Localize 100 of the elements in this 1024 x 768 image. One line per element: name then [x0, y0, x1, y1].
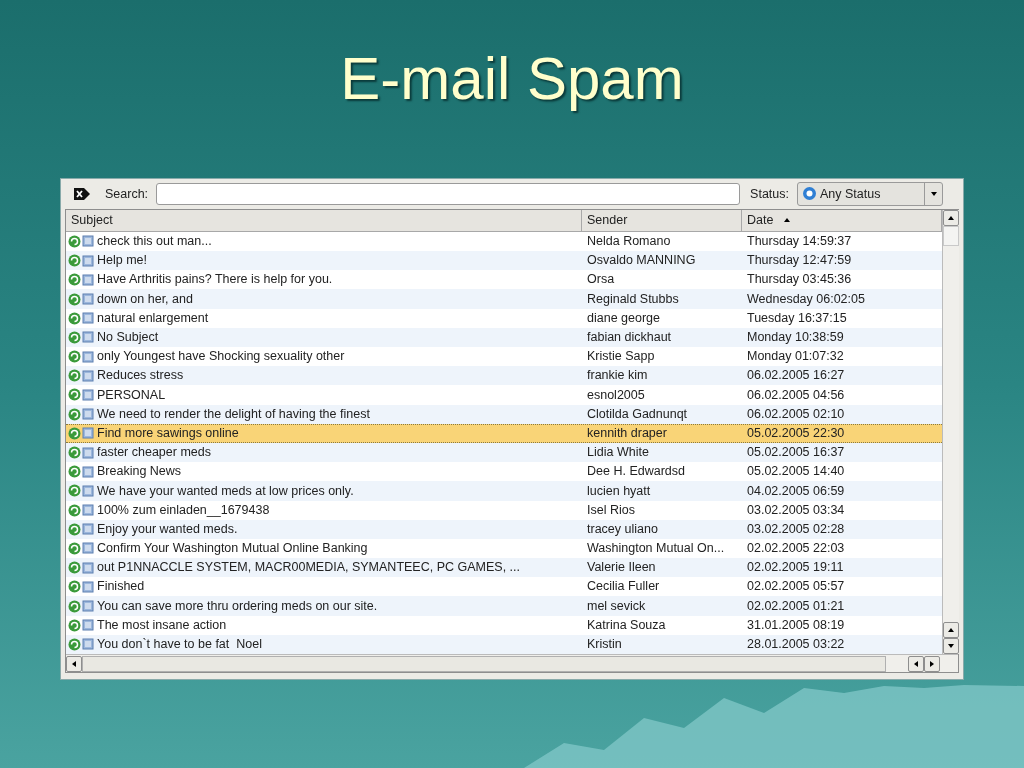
message-row[interactable]: out P1NNACCLE SYSTEM, MACR00MEDIA, SYMANTEEC, PC GAMES, ... Valerie Ileen 02.02.2005 19:11 [66, 558, 942, 578]
sender-text: mel sevick [586, 597, 647, 615]
document-icon [82, 580, 94, 593]
subject-text: natural enlargement [97, 309, 209, 327]
sender-text: tracey uliano [586, 520, 659, 538]
subject-text: You can save more thru ordering meds on our site. [97, 597, 378, 615]
sender-text: Washington Mutual On... [586, 540, 726, 558]
circle-arrow-icon [68, 350, 81, 364]
circle-arrow-icon [68, 503, 81, 517]
date-text: 02.02.2005 19:11 [746, 559, 845, 577]
message-row[interactable]: faster cheaper meds Lidia White 05.02.2005 16:37 [66, 442, 942, 463]
scroll-up-button[interactable] [943, 209, 959, 226]
document-icon [82, 408, 94, 421]
circle-arrow-icon [68, 426, 81, 440]
subject-text: Find more sawings online [97, 425, 239, 442]
circle-arrow-icon [68, 580, 81, 594]
sender-text: diane george [586, 309, 661, 327]
sender-text: kennith draper [586, 425, 668, 442]
document-icon [82, 293, 94, 306]
circle-arrow-icon [68, 369, 81, 383]
date-text: 02.02.2005 22:03 [746, 540, 846, 558]
circle-arrow-icon [68, 561, 81, 575]
left-arrow-icon [912, 659, 920, 668]
message-row[interactable]: No Subject fabian dickhaut Monday 10:38:59 [66, 327, 942, 347]
message-row[interactable]: Reduces stress frankie kim 06.02.2005 16:27 [66, 366, 942, 386]
sender-text: frankie kim [586, 367, 649, 385]
column-header[interactable]: Sender [582, 209, 742, 232]
date-text: Thursday 03:45:36 [746, 271, 853, 289]
document-icon [82, 273, 94, 286]
document-icon [82, 427, 94, 440]
subject-text: Reduces stress [97, 367, 184, 385]
date-text: Monday 10:38:59 [746, 329, 845, 347]
document-icon [82, 600, 94, 613]
message-row[interactable]: We need to render the delight of having the finest Clotilda Gadnunqt 06.02.2005 02:10 [66, 404, 942, 424]
document-icon [82, 389, 94, 401]
date-text: 05.02.2005 22:30 [746, 425, 846, 442]
message-row[interactable]: You can save more thru ordering meds on our site. mel sevick 02.02.2005 01:21 [66, 596, 942, 616]
search-label: Search: [105, 185, 149, 203]
sender-text: Valerie Ileen [586, 559, 657, 577]
document-icon [82, 369, 94, 382]
message-row[interactable]: We have your wanted meds at low prices only. lucien hyatt 04.02.2005 06:59 [66, 481, 942, 501]
scroll-up-button[interactable] [943, 622, 959, 638]
document-icon [82, 504, 94, 517]
circle-arrow-icon [68, 542, 81, 555]
sender-text: Katrina Souza [586, 616, 667, 634]
message-row[interactable]: Help me! Osvaldo MANNING Thursday 12:47:59 [66, 251, 942, 271]
date-text: 03.02.2005 03:34 [746, 501, 846, 519]
scroll-thumb[interactable] [943, 225, 959, 246]
left-arrow-icon [70, 659, 78, 668]
scroll-down-button[interactable] [943, 638, 959, 654]
up-arrow-icon [947, 626, 955, 634]
right-arrow-icon [928, 659, 936, 668]
circle-arrow-icon [68, 330, 81, 344]
search-field[interactable] [156, 182, 741, 205]
circle-arrow-icon [68, 273, 81, 287]
circle-arrow-icon [68, 637, 81, 651]
subject-text: 100% zum einladen__1679438 [97, 501, 270, 519]
scroll-left-button[interactable] [66, 655, 82, 672]
subject-text: You don`t have to be fat Noel [97, 636, 262, 654]
slide-title: E-mail Spam [340, 44, 684, 114]
date-text: 06.02.2005 04:56 [746, 386, 846, 404]
date-text: 04.02.2005 06:59 [746, 482, 846, 500]
message-row[interactable]: down on her, and Reginald Stubbs Wednesday 06:02:05 [66, 289, 942, 309]
message-row[interactable]: Enjoy your wanted meds. tracey uliano 03.02.2005 02:28 [66, 519, 942, 539]
subject-text: We need to render the delight of having the finest [97, 405, 370, 423]
subject-text: check this out man... [97, 233, 212, 251]
circle-arrow-icon [68, 465, 81, 479]
date-text: Thursday 12:47:59 [746, 252, 853, 270]
scroll-right-button[interactable] [924, 655, 940, 672]
circle-arrow-icon [68, 618, 81, 632]
subject-text: No Subject [97, 329, 159, 347]
document-icon [82, 638, 94, 651]
column-header[interactable]: Date [742, 209, 942, 232]
date-text: 05.02.2005 14:40 [746, 463, 846, 481]
message-row[interactable]: Find more sawings online kennith draper 05.02.2005 22:30 [66, 423, 942, 443]
subject-text: only Youngest have Shocking sexuality other [97, 348, 345, 366]
status-icon [802, 186, 817, 202]
status-dropdown[interactable]: Any Status [797, 181, 943, 206]
column-header[interactable]: Subject [66, 209, 582, 232]
subject-text: Breaking News [97, 463, 182, 481]
circle-arrow-icon [68, 522, 81, 536]
subject-text: faster cheaper meds [97, 444, 211, 462]
scroll-left-button[interactable] [908, 655, 924, 672]
circle-arrow-icon [68, 311, 81, 325]
circle-arrow-icon [68, 446, 81, 460]
subject-text: We have your wanted meds at low prices only. [97, 482, 354, 500]
date-text: Thursday 14:59:37 [746, 233, 853, 251]
message-row[interactable]: You don`t have to be fat Noel Kristin 28.01.2005 03:22 [66, 634, 942, 654]
date-text: 06.02.2005 02:10 [746, 405, 846, 423]
clear-icon[interactable] [73, 186, 91, 201]
caret-icon [929, 189, 938, 198]
document-icon [82, 561, 94, 574]
sender-text: fabian dickhaut [586, 329, 673, 347]
document-icon [82, 542, 94, 555]
subject-text: Help me! [97, 252, 148, 270]
document-icon [82, 465, 94, 478]
subject-text: Have Arthritis pains? There is help for you. [97, 271, 333, 289]
document-icon [82, 523, 94, 536]
circle-arrow-icon [68, 484, 81, 498]
date-text: 03.02.2005 02:28 [746, 520, 846, 538]
